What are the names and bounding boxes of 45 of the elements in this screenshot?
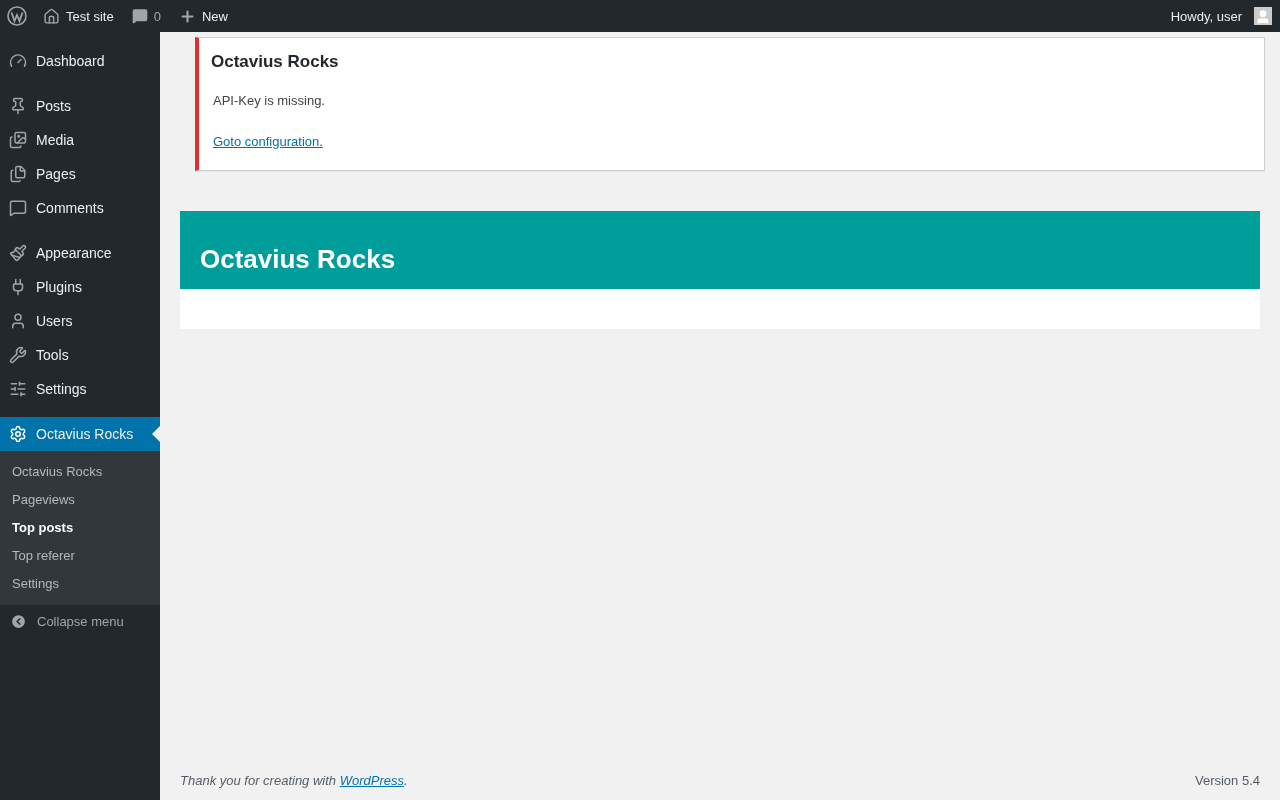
- menu-item[interactable]: Posts: [0, 89, 160, 123]
- pin-icon: [9, 97, 27, 115]
- user-icon: [9, 312, 27, 330]
- configuration-link[interactable]: Goto configuration.: [213, 134, 323, 149]
- comment-icon: [9, 199, 27, 217]
- collapse-icon: [10, 613, 27, 630]
- account-link[interactable]: Howdy, user: [1161, 0, 1280, 32]
- settings-icon: [9, 425, 27, 443]
- brush-icon: [9, 244, 27, 262]
- wrench-icon: [9, 346, 27, 364]
- images-icon: [9, 131, 27, 149]
- menu-item[interactable]: Pages: [0, 157, 160, 191]
- home-icon: [43, 7, 60, 25]
- gauge-icon: [9, 52, 27, 70]
- pages-icon: [9, 165, 27, 183]
- pointer-icon: [152, 426, 160, 442]
- menu-item[interactable]: Octavius Rocks: [0, 417, 160, 451]
- comment-icon: [131, 8, 148, 24]
- submenu-item[interactable]: Top posts: [0, 514, 160, 542]
- notice-message: API-Key is missing.: [213, 93, 326, 108]
- submenu-item[interactable]: Octavius Rocks: [0, 458, 160, 486]
- sliders-icon: [9, 380, 27, 398]
- new-link[interactable]: New: [169, 0, 237, 32]
- wordpress-link[interactable]: WordPress: [339, 773, 404, 788]
- menu-item[interactable]: Dashboard: [0, 44, 160, 78]
- logo-icon[interactable]: [7, 6, 27, 26]
- menu-item[interactable]: Plugins: [0, 270, 160, 304]
- menu-item[interactable]: Media: [0, 123, 160, 157]
- notice-title: Octavius Rocks: [211, 52, 340, 72]
- submenu-item[interactable]: Top referer: [0, 542, 160, 570]
- menu-item[interactable]: Tools: [0, 338, 160, 372]
- submenu-item[interactable]: Pageviews: [0, 486, 160, 514]
- footer-thanks: Thank you for creating with WordPress.: [180, 773, 408, 788]
- version-text: Version 5.4: [1194, 773, 1260, 788]
- comments-link[interactable]: 0: [122, 0, 170, 32]
- avatar-icon: [1254, 7, 1272, 25]
- panel-title: Octavius Rocks: [200, 244, 396, 275]
- plus-icon: [178, 7, 196, 25]
- collapse-button[interactable]: Collapse menu: [0, 605, 160, 638]
- menu-item[interactable]: Settings: [0, 372, 160, 406]
- menu-item[interactable]: Users: [0, 304, 160, 338]
- site-link[interactable]: Test site: [34, 0, 123, 32]
- menu-item[interactable]: Comments: [0, 191, 160, 225]
- menu-item[interactable]: Appearance: [0, 236, 160, 270]
- submenu-item[interactable]: Settings: [0, 570, 160, 598]
